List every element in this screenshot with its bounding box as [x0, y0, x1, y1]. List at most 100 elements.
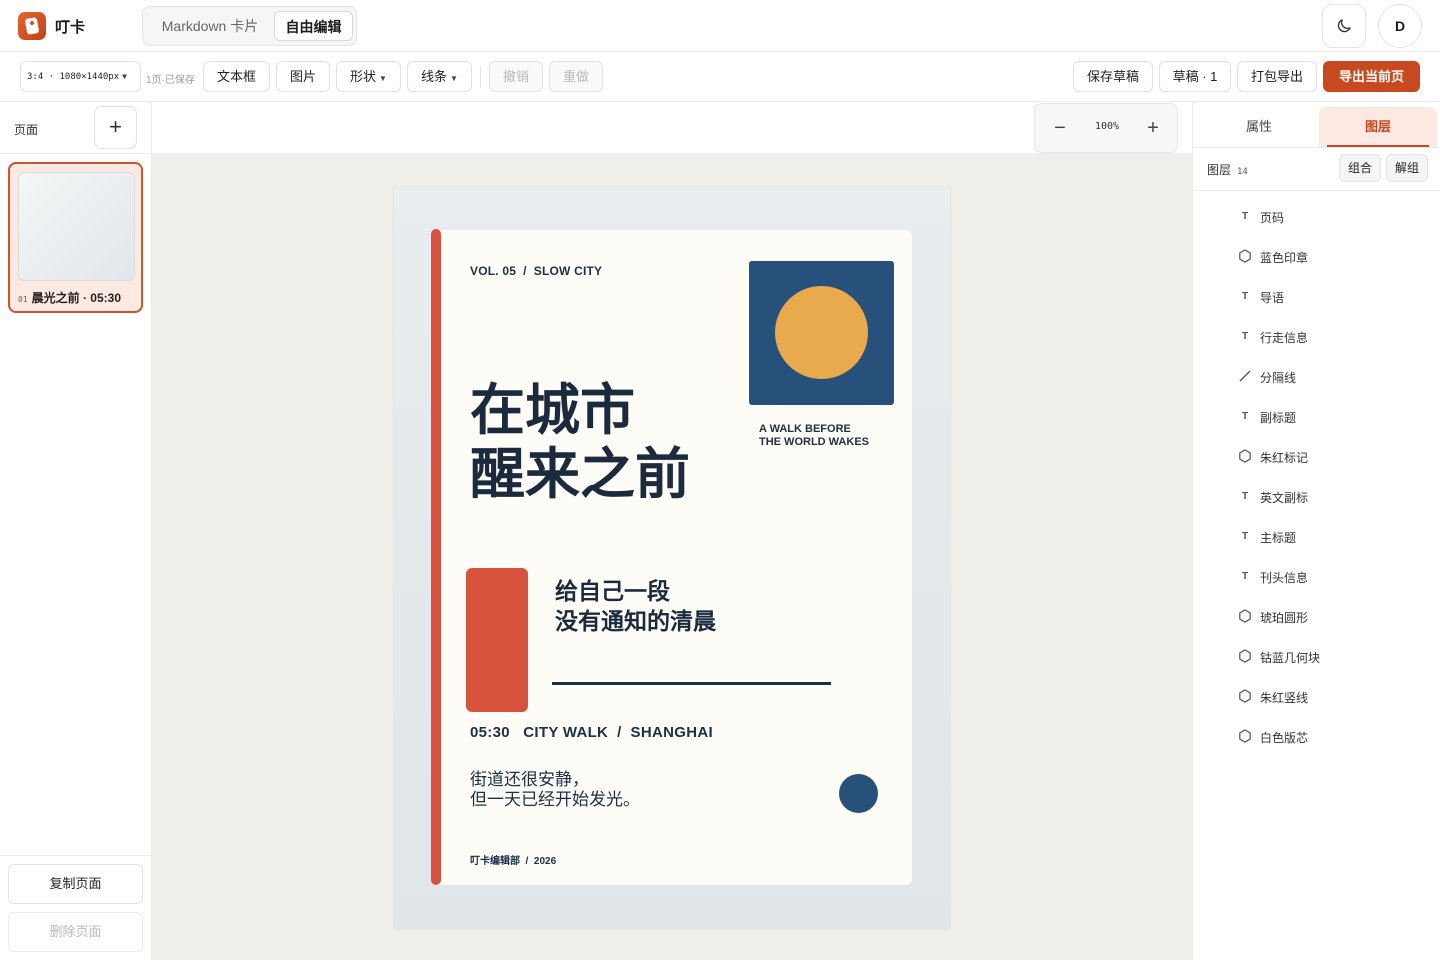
layer-item[interactable]: 蓝色印章: [1193, 236, 1440, 276]
hexagon-shape-icon: [1237, 688, 1253, 704]
chevron-down-icon: ▼: [450, 74, 458, 83]
divider: [0, 855, 151, 856]
poster-subtitle[interactable]: 给自己一段 没有通知的清晨: [555, 576, 716, 636]
layer-item[interactable]: 朱红竖线: [1193, 676, 1440, 716]
hexagon-shape-icon: [1237, 648, 1253, 664]
poster-red-marker[interactable]: [466, 568, 528, 712]
layer-item[interactable]: T 副标题: [1193, 396, 1440, 436]
layer-item[interactable]: 分隔线: [1193, 356, 1440, 396]
poster-blue-seal[interactable]: [839, 774, 878, 813]
tab-layers[interactable]: 图层: [1319, 107, 1437, 147]
layer-item[interactable]: 白色版芯: [1193, 716, 1440, 756]
poster-english-subtitle-line2: THE WORLD WAKES: [759, 436, 869, 448]
pages-label: 页面: [14, 123, 39, 137]
moon-icon: [1337, 19, 1351, 33]
divider: [1193, 190, 1440, 191]
layer-item[interactable]: T 刊头信息: [1193, 556, 1440, 596]
layer-item[interactable]: T 页码: [1193, 196, 1440, 236]
poster-subtitle-line2: 没有通知的清晨: [555, 608, 716, 634]
group-button[interactable]: 组合: [1339, 154, 1381, 182]
page-number: 01: [18, 295, 28, 304]
save-status: 1页·已保存: [146, 75, 195, 86]
layer-item[interactable]: T 行走信息: [1193, 316, 1440, 356]
layer-list: T 页码 蓝色印章 T 导语 T 行走信息 分隔线 T 副标题 朱红标记 T 英文副标 T 主标题 T 刊头信息…: [1193, 196, 1440, 756]
page-thumbnail-image: [18, 172, 135, 281]
text-type-icon: T: [1241, 290, 1249, 302]
poster-amber-circle[interactable]: [775, 286, 868, 379]
editor-toolbar: 3:4 · 1080×1440px ▼ 1页·已保存 文本框 图片 形状 ▼ 线条 ▼…: [0, 52, 1440, 102]
layer-name: 副标题: [1260, 411, 1297, 425]
divider: [0, 153, 151, 154]
layer-name: 朱红竖线: [1260, 691, 1309, 705]
layer-item[interactable]: T 导语: [1193, 276, 1440, 316]
zoom-control: − 100% +: [1034, 103, 1178, 153]
layer-name: 主标题: [1260, 531, 1297, 545]
canvas-area[interactable]: − 100% + VOL. 05 / SLOW CITY A WALK BEFO…: [152, 102, 1192, 960]
layer-name: 页码: [1260, 211, 1285, 225]
save-draft-button[interactable]: 保存草稿: [1073, 61, 1153, 92]
layer-item[interactable]: 朱红标记: [1193, 436, 1440, 476]
tab-free-edit[interactable]: 自由编辑: [274, 11, 353, 41]
zoom-out-button[interactable]: −: [1047, 116, 1073, 142]
zoom-in-button[interactable]: +: [1140, 116, 1166, 142]
poster-divider-line[interactable]: [552, 682, 831, 685]
canvas-size-value: 3:4 · 1080×1440px: [27, 72, 120, 82]
pack-export-button[interactable]: 打包导出: [1237, 61, 1317, 92]
delete-page-button[interactable]: 删除页面: [8, 912, 143, 952]
shape-menu-label: 形状: [350, 69, 377, 84]
line-menu-label: 线条: [421, 69, 448, 84]
layer-item[interactable]: T 主标题: [1193, 516, 1440, 556]
layer-item[interactable]: 钴蓝几何块: [1193, 636, 1440, 676]
poster-walk-info[interactable]: 05:30 CITY WALK / SHANGHAI: [470, 724, 713, 741]
layers-label: 图层: [1207, 163, 1232, 177]
text-type-icon: T: [1241, 490, 1249, 502]
layer-item[interactable]: 琥珀圆形: [1193, 596, 1440, 636]
redo-button[interactable]: 重做: [549, 61, 603, 92]
drafts-button[interactable]: 草稿 · 1: [1159, 61, 1231, 92]
add-image-button[interactable]: 图片: [276, 61, 330, 92]
layer-name: 朱红标记: [1260, 451, 1309, 465]
layer-name: 蓝色印章: [1260, 251, 1309, 265]
poster-main-title-line1: 在城市: [470, 379, 636, 441]
shape-menu-button[interactable]: 形状 ▼: [336, 61, 401, 92]
layer-name: 英文副标: [1260, 491, 1309, 505]
copy-page-button[interactable]: 复制页面: [8, 864, 143, 904]
poster-lead-text[interactable]: 街道还很安静， 但一天已经开始发光。: [470, 770, 640, 810]
layer-name: 钴蓝几何块: [1260, 651, 1321, 665]
divider: [1193, 147, 1440, 148]
layer-name: 分隔线: [1260, 371, 1297, 385]
add-page-button[interactable]: +: [94, 106, 137, 149]
poster-masthead[interactable]: VOL. 05 / SLOW CITY: [470, 264, 602, 278]
canvas-size-select[interactable]: 3:4 · 1080×1440px ▼: [20, 61, 141, 92]
layer-name: 白色版芯: [1260, 731, 1309, 745]
layer-item[interactable]: T 英文副标: [1193, 476, 1440, 516]
layers-count: 14: [1237, 167, 1248, 177]
text-type-icon: T: [1241, 410, 1249, 422]
top-bar: 叮卡 Markdown 卡片 自由编辑 D: [0, 0, 1440, 52]
app-name: 叮卡: [55, 19, 86, 36]
poster-english-subtitle[interactable]: A WALK BEFORE THE WORLD WAKES: [759, 423, 869, 449]
poster-english-subtitle-line1: A WALK BEFORE: [759, 423, 851, 435]
tab-markdown-card[interactable]: Markdown 卡片: [149, 11, 271, 41]
text-type-icon: T: [1241, 330, 1249, 342]
text-type-icon: T: [1241, 210, 1249, 222]
layer-name: 刊头信息: [1260, 571, 1309, 585]
inspector-panel: 属性 图层 图层 14 组合 解组 T 页码蓝色印章 T 导语 T 行走信息分隔线 T 副标题朱…: [1192, 102, 1440, 960]
poster-canvas[interactable]: VOL. 05 / SLOW CITY A WALK BEFORE THE WO…: [394, 186, 950, 928]
hexagon-shape-icon: [1237, 248, 1253, 264]
ungroup-button[interactable]: 解组: [1386, 154, 1428, 182]
layer-name: 行走信息: [1260, 331, 1309, 345]
layer-name: 导语: [1260, 291, 1285, 305]
poster-main-title[interactable]: 在城市 醒来之前: [470, 378, 690, 506]
hexagon-shape-icon: [1237, 448, 1253, 464]
line-menu-button[interactable]: 线条 ▼: [407, 61, 472, 92]
poster-page-number[interactable]: 叮卡编辑部 / 2026: [470, 852, 556, 867]
export-current-page-button[interactable]: 导出当前页: [1323, 61, 1420, 92]
theme-toggle-button[interactable]: [1322, 4, 1366, 48]
tab-properties[interactable]: 属性: [1200, 107, 1318, 147]
page-thumbnail[interactable]: 01 晨光之前 · 05:30: [8, 162, 143, 313]
add-textbox-button[interactable]: 文本框: [203, 61, 270, 92]
undo-button[interactable]: 撤销: [489, 61, 543, 92]
user-avatar[interactable]: D: [1378, 4, 1422, 48]
poster-red-vertical-line[interactable]: [431, 229, 441, 885]
